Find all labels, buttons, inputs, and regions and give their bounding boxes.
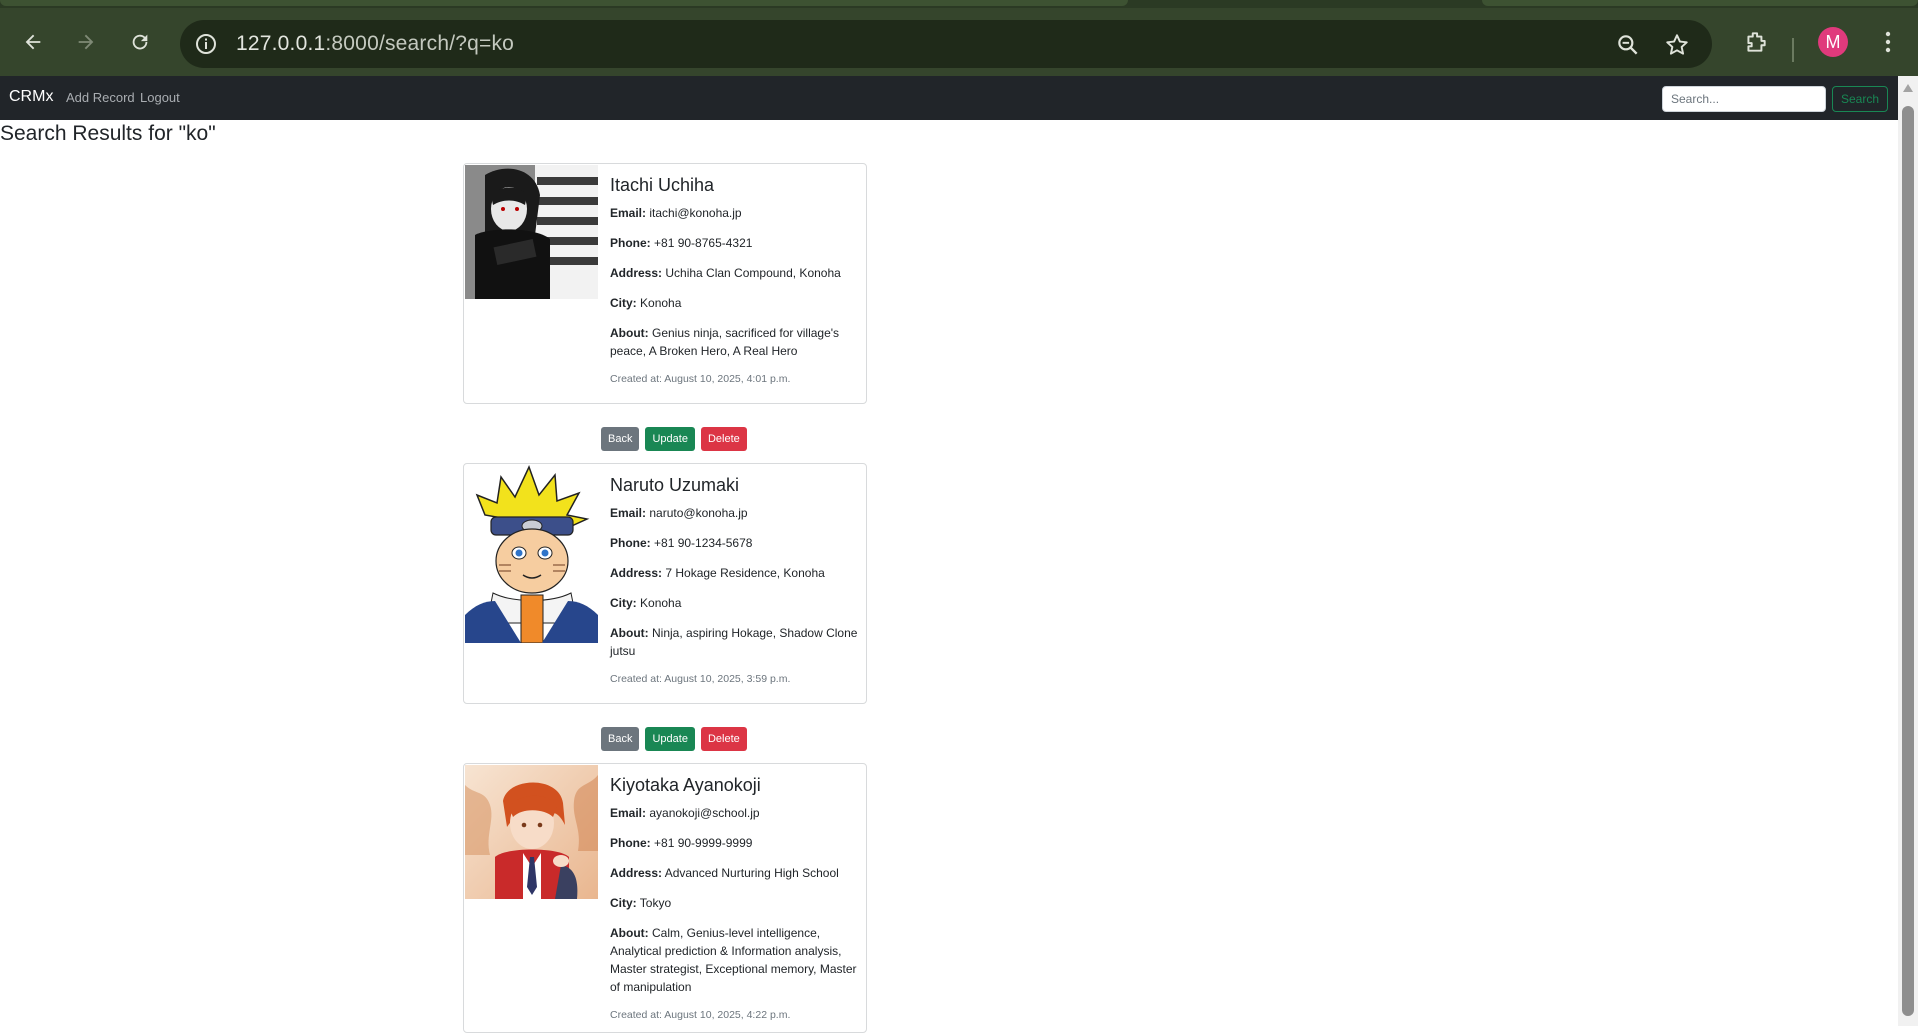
record-phone: Phone: +81 90-9999-9999: [610, 836, 753, 850]
brand-link[interactable]: CRMx: [9, 88, 53, 106]
record-photo: [465, 465, 598, 643]
search-button[interactable]: Search: [1832, 86, 1888, 112]
record-phone: Phone: +81 90-8765-4321: [610, 236, 753, 250]
nav-link-add-record[interactable]: Add Record: [66, 90, 135, 105]
record-about: About: Ninja, aspiring Hokage, Shadow Cl…: [610, 626, 858, 658]
record-city: City: Konoha: [610, 296, 682, 310]
record-actions: Back Update Delete: [601, 727, 747, 751]
record-address: Address: Uchiha Clan Compound, Konoha: [610, 266, 841, 280]
record-actions: Back Update Delete: [601, 427, 747, 451]
record-city: City: Tokyo: [610, 896, 672, 910]
record-card: Itachi Uchiha Email: itachi@konoha.jp Ph…: [463, 163, 867, 404]
record-created-at: Created at: August 10, 2025, 4:01 p.m.: [610, 373, 791, 385]
record-email: Email: ayanokoji@school.jp: [610, 806, 760, 820]
record-address: Address: Advanced Nurturing High School: [610, 866, 839, 880]
back-button[interactable]: Back: [601, 727, 640, 751]
record-created-at: Created at: August 10, 2025, 3:59 p.m.: [610, 673, 791, 685]
more-menu-icon[interactable]: [1872, 26, 1904, 58]
record-city: City: Konoha: [610, 596, 682, 610]
record-name: Itachi Uchiha: [610, 175, 715, 195]
page-title: Search Results for "ko": [0, 122, 216, 145]
record-created-at: Created at: August 10, 2025, 4:22 p.m.: [610, 1009, 791, 1021]
scroll-up-arrow-icon[interactable]: [1903, 84, 1913, 92]
nav-link-logout[interactable]: Logout: [140, 90, 180, 105]
page-scrollbar[interactable]: [1898, 76, 1918, 1026]
record-email: Email: itachi@konoha.jp: [610, 206, 742, 220]
delete-button[interactable]: Delete: [700, 427, 747, 451]
record-about: About: Calm, Genius-level intelligence, …: [610, 926, 857, 994]
record-email: Email: naruto@konoha.jp: [610, 506, 748, 520]
browser-toolbar: 127.0.0.1:8000/search/?q=ko M: [0, 8, 1918, 76]
browser-tab[interactable]: [1482, 0, 1918, 6]
site-info-icon[interactable]: [194, 32, 218, 56]
back-arrow-icon[interactable]: [17, 26, 49, 58]
bookmark-star-icon[interactable]: [1664, 32, 1690, 58]
back-button[interactable]: Back: [601, 427, 640, 451]
extensions-icon[interactable]: [1740, 26, 1772, 58]
record-card: Kiyotaka Ayanokoji Email: ayanokoji@scho…: [463, 763, 867, 1033]
browser-tab-strip: [0, 0, 1918, 8]
record-name: Naruto Uzumaki: [610, 475, 740, 495]
app-navbar: CRMx Add Record Logout Search: [0, 76, 1898, 120]
forward-arrow-icon[interactable]: [70, 26, 102, 58]
browser-tab[interactable]: [0, 0, 1128, 6]
delete-button[interactable]: Delete: [700, 727, 747, 751]
search-input[interactable]: [1662, 86, 1826, 112]
address-bar[interactable]: 127.0.0.1:8000/search/?q=ko: [180, 20, 1712, 68]
profile-avatar[interactable]: M: [1818, 27, 1848, 57]
update-button[interactable]: Update: [645, 727, 695, 751]
record-phone: Phone: +81 90-1234-5678: [610, 536, 753, 550]
url-text: 127.0.0.1:8000/search/?q=ko: [236, 32, 515, 55]
toolbar-divider: [1792, 38, 1794, 62]
record-card: Naruto Uzumaki Email: naruto@konoha.jp P…: [463, 463, 867, 704]
record-photo: [465, 765, 598, 899]
record-name: Kiyotaka Ayanokoji: [610, 775, 761, 795]
record-address: Address: 7 Hokage Residence, Konoha: [610, 566, 825, 580]
reload-icon[interactable]: [124, 26, 156, 58]
zoom-icon[interactable]: [1615, 32, 1641, 58]
record-photo: [465, 165, 598, 299]
scroll-thumb[interactable]: [1902, 106, 1914, 1016]
update-button[interactable]: Update: [645, 427, 695, 451]
record-about: About: Genius ninja, sacrificed for vill…: [610, 326, 840, 358]
